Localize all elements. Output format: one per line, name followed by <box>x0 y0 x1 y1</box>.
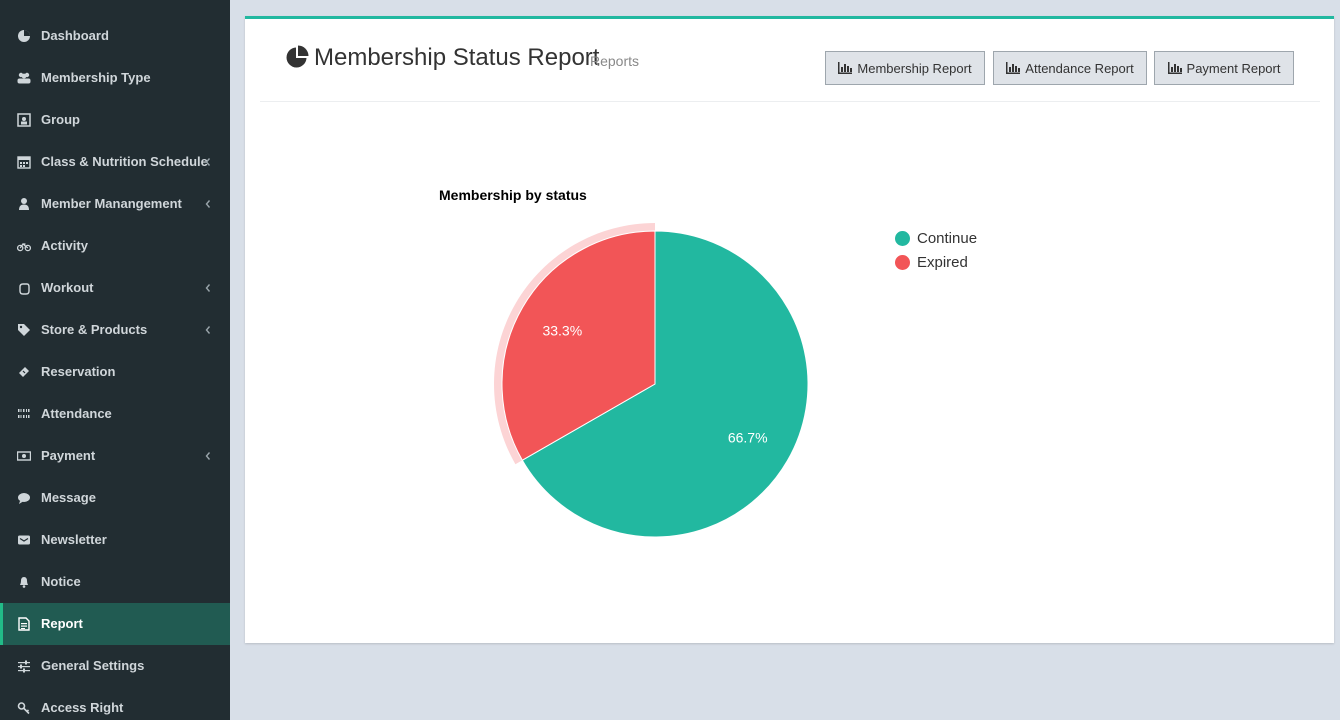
key-icon <box>17 702 30 715</box>
sidebar-item-label: Newsletter <box>41 532 107 547</box>
sidebar-item-workout[interactable]: Workout <box>0 267 230 309</box>
sidebar-item-attendance[interactable]: Attendance <box>0 393 230 435</box>
pie-label-continue: 66.7% <box>728 430 768 446</box>
sidebar-item-reservation[interactable]: Reservation <box>0 351 230 393</box>
legend-label: Continue <box>917 229 978 247</box>
calendar-icon <box>17 156 31 169</box>
sidebar-item-label: Payment <box>41 448 96 463</box>
sidebar-item-general-settings[interactable]: General Settings <box>0 645 230 687</box>
chart-title: Membership by status <box>439 187 587 203</box>
dashboard-icon <box>18 30 30 42</box>
legend-item-continue[interactable]: Continue <box>895 226 977 250</box>
bell-icon <box>20 577 28 588</box>
chart-legend: Continue Expired <box>895 226 977 274</box>
page-subtitle: Reports <box>590 53 640 69</box>
sidebar-item-label: Class & Nutrition Schedule <box>41 154 208 169</box>
sidebar-item-label: Store & Products <box>41 322 148 337</box>
sidebar-item-label: Workout <box>41 280 94 295</box>
sidebar-item-label: Membership Type <box>41 70 151 85</box>
membership-report-button[interactable]: Membership Report <box>825 51 985 85</box>
attendance-report-button[interactable]: Attendance Report <box>993 51 1147 85</box>
sidebar-item-group[interactable]: Group <box>0 99 230 141</box>
pie-chart: 66.7% 33.3% <box>494 223 809 538</box>
chevron-left-icon[interactable] <box>203 281 213 295</box>
sidebar-item-label: Message <box>41 490 96 505</box>
attendance-report-label: Attendance Report <box>1025 60 1134 76</box>
sidebar-item-label: Attendance <box>41 406 112 421</box>
payment-report-label: Payment Report <box>1186 60 1281 76</box>
pie-label-expired: 33.3% <box>542 322 582 338</box>
sidebar-item-member-manangement[interactable]: Member Manangement <box>0 183 230 225</box>
sidebar-item-dashboard[interactable]: Dashboard <box>0 15 230 57</box>
sidebar-item-payment[interactable]: Payment <box>0 435 230 477</box>
chevron-left-icon[interactable] <box>203 449 213 463</box>
legend-swatch <box>895 230 910 246</box>
sidebar-item-label: Group <box>41 112 80 127</box>
sidebar-item-access-right[interactable]: Access Right <box>0 687 230 720</box>
payment-report-button[interactable]: Payment Report <box>1154 51 1294 85</box>
bar-chart-icon <box>838 62 853 74</box>
sidebar-item-report[interactable]: Report <box>0 603 230 645</box>
sidebar-item-label: Reservation <box>41 364 116 379</box>
sidebar-item-label: Dashboard <box>41 28 109 43</box>
sidebar-item-notice[interactable]: Notice <box>0 561 230 603</box>
app-window: Dashboard Membership Type Group Class & Nut… <box>0 0 1340 720</box>
group-icon <box>17 113 31 127</box>
users-icon <box>17 72 31 84</box>
membership-report-label: Membership Report <box>857 60 972 76</box>
user-icon <box>19 198 29 210</box>
sidebar-item-label: Member Manangement <box>41 196 182 211</box>
sidebar: Dashboard Membership Type Group Class & Nut… <box>0 0 230 720</box>
sidebar-item-message[interactable]: Message <box>0 477 230 519</box>
chevron-left-icon[interactable] <box>203 155 213 169</box>
chevron-left-icon[interactable] <box>203 197 213 211</box>
sidebar-item-label: Activity <box>41 238 88 253</box>
sidebar-item-store-products[interactable]: Store & Products <box>0 309 230 351</box>
hand-icon <box>19 283 30 295</box>
legend-label: Expired <box>917 253 968 271</box>
sidebar-item-label: General Settings <box>41 658 145 673</box>
money-icon <box>17 451 31 461</box>
bicycle-icon <box>17 243 31 252</box>
sidebar-item-label: Report <box>41 616 83 631</box>
comment-icon <box>18 493 30 504</box>
legend-item-expired[interactable]: Expired <box>895 250 977 274</box>
page-header: Membership Status Report Reports Members… <box>260 19 1320 102</box>
sidebar-item-label: Notice <box>41 574 81 589</box>
file-text-icon <box>18 617 30 631</box>
legend-swatch <box>895 254 910 270</box>
envelope-icon <box>18 535 30 545</box>
sidebar-item-class-nutrition-schedule[interactable]: Class & Nutrition Schedule <box>0 141 230 183</box>
bar-chart-icon <box>1006 62 1021 74</box>
barcode-icon <box>18 409 30 418</box>
sidebar-item-activity[interactable]: Activity <box>0 225 230 267</box>
sidebar-item-label: Access Right <box>41 700 124 715</box>
page-title: Membership Status Report <box>314 44 600 71</box>
pie-chart-icon <box>286 45 309 68</box>
sliders-icon <box>18 660 30 673</box>
chevron-left-icon[interactable] <box>203 323 213 337</box>
sidebar-item-membership-type[interactable]: Membership Type <box>0 57 230 99</box>
sidebar-item-newsletter[interactable]: Newsletter <box>0 519 230 561</box>
ticket-icon <box>19 367 29 377</box>
bar-chart-icon <box>1167 62 1182 74</box>
tags-icon <box>18 324 30 336</box>
report-panel: Membership Status Report Reports Members… <box>245 16 1334 643</box>
